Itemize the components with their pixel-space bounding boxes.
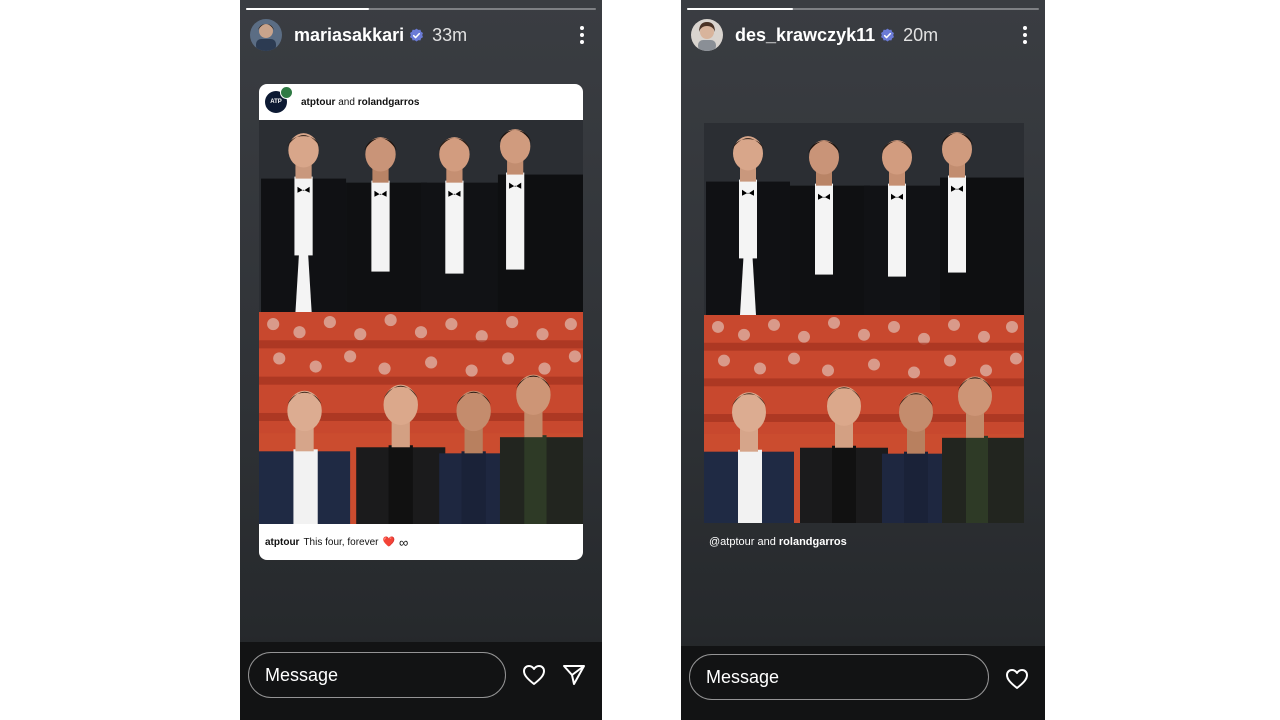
verified-badge-icon (880, 28, 895, 43)
message-placeholder: Message (265, 664, 339, 685)
story-mention-tag[interactable]: @atptour and rolandgarros (709, 536, 847, 548)
post-time: 20m (903, 24, 939, 45)
more-options-icon[interactable] (572, 23, 592, 47)
message-input[interactable]: Message (248, 652, 506, 698)
username[interactable]: mariasakkari (294, 25, 404, 46)
story-progress-fill (687, 8, 793, 10)
post-photo-crowd (259, 312, 583, 524)
heart-emoji-icon: ❤️ (382, 537, 395, 548)
post-photo-formal (259, 120, 583, 312)
story-panel-mariasakkari: mariasakkari 33m ATP atptour and rolandg… (240, 0, 602, 720)
story-reply-bar: Message (681, 646, 1045, 720)
post-photo-crowd (704, 315, 1024, 523)
story-progress-bar (687, 8, 1039, 10)
shared-post-card[interactable]: ATP atptour and rolandgarros atptour Thi… (259, 84, 583, 560)
mention-rolandgarros[interactable]: rolandgarros (779, 536, 847, 548)
avatar[interactable] (250, 19, 282, 51)
account-atptour[interactable]: atptour (301, 97, 335, 108)
message-placeholder: Message (706, 666, 780, 687)
story-progress-bar (246, 8, 596, 10)
verified-badge-icon (409, 28, 424, 43)
avatar[interactable] (691, 19, 723, 51)
infinity-icon: ∞ (398, 535, 409, 550)
account-rolandgarros[interactable]: rolandgarros (358, 97, 420, 108)
rolandgarros-logo-icon (280, 86, 293, 99)
send-icon[interactable] (562, 664, 586, 691)
more-options-icon[interactable] (1015, 23, 1035, 47)
atp-logo-icon: ATP (265, 86, 293, 113)
story-header: mariasakkari 33m (250, 18, 592, 52)
heart-icon[interactable] (522, 664, 546, 691)
post-time: 33m (432, 24, 468, 45)
caption-text: This four, forever (303, 537, 379, 548)
username[interactable]: des_krawczyk11 (735, 25, 875, 46)
message-input[interactable]: Message (689, 654, 989, 700)
story-panel-des_krawczyk11: des_krawczyk11 20m @atptour and rolandga… (681, 0, 1045, 720)
story-header: des_krawczyk11 20m (691, 18, 1035, 52)
shared-post-accounts: atptour and rolandgarros (301, 97, 419, 108)
post-caption: atptour This four, forever ❤️ ∞ (265, 535, 408, 550)
story-reply-bar: Message (240, 642, 602, 720)
account-connector: and (338, 96, 355, 108)
post-photo-formal (704, 123, 1024, 315)
caption-username[interactable]: atptour (265, 537, 299, 548)
mention-connector: and (757, 536, 776, 548)
mention-atptour[interactable]: @atptour (709, 536, 754, 548)
heart-icon[interactable] (1005, 668, 1029, 695)
story-progress-fill (246, 8, 369, 10)
shared-post-header: ATP atptour and rolandgarros (259, 84, 583, 120)
